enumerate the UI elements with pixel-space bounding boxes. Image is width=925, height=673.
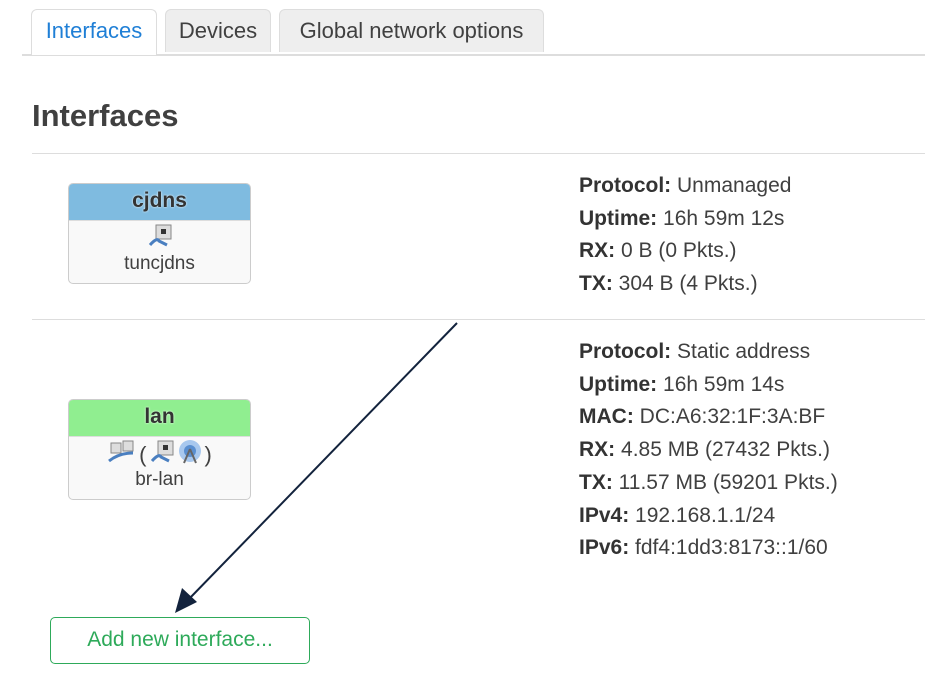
annotation-arrow (175, 322, 458, 613)
